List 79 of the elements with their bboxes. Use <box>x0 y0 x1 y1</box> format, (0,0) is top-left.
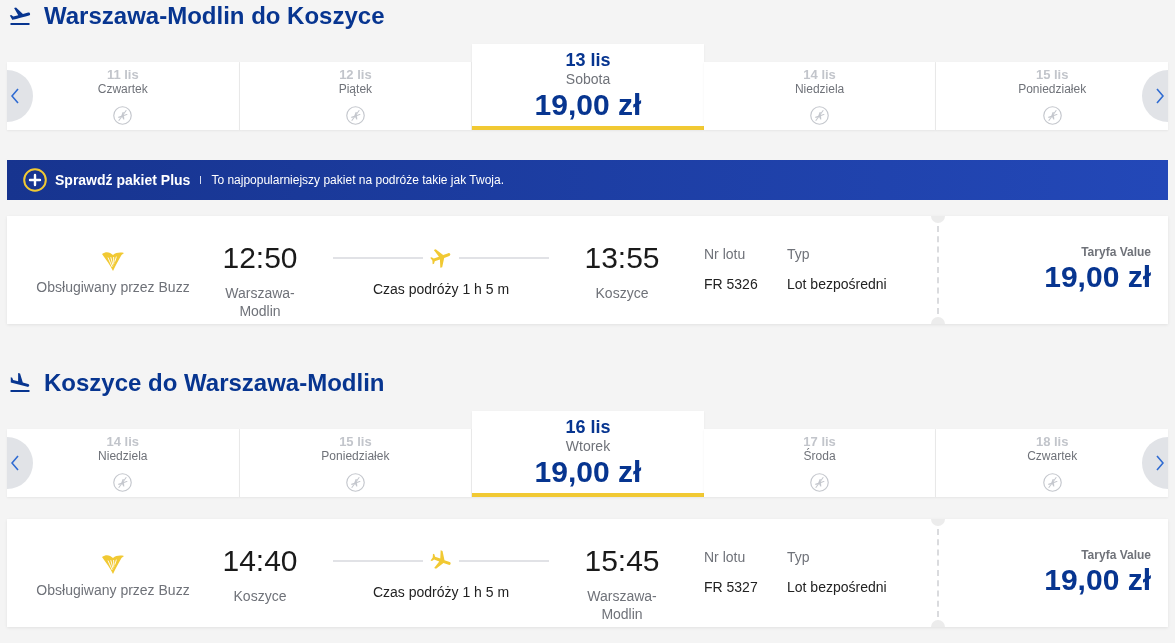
date-text: 13 lis <box>565 50 611 70</box>
weekday-text: Czwartek <box>1027 449 1078 464</box>
chevron-left-icon <box>11 88 19 104</box>
flight-card[interactable]: Obsługiwany przez Buzz 14:40 Koszyce Czas podróży 1 h 5 m 15:45 Warszawa-Modlin Nr lotu FR 5327 Typ Lot bezpośredni Taryfa Value 19,00 zł <box>7 519 1168 627</box>
date-text: 14 lis <box>803 67 836 82</box>
no-flights-icon <box>1042 106 1062 125</box>
no-flights-icon <box>345 473 365 492</box>
no-flights-icon <box>113 473 133 492</box>
arrival-time: 13:55 <box>584 240 660 276</box>
flight-number-label: Nr lotu <box>704 245 746 263</box>
banner-text: To najpopularniejszy pakiet na podróże takie jak Twoja. <box>211 172 504 189</box>
price-text: 19,00 zł <box>534 88 642 122</box>
weekday-text: Niedziela <box>794 82 845 97</box>
date-tab[interactable]: 15 lis Poniedziałek <box>239 429 473 497</box>
no-flights-icon <box>113 106 133 125</box>
banner-title: Sprawdź pakiet Plus <box>55 170 191 190</box>
route-title: Koszyce do Warszawa-Modlin <box>44 368 385 398</box>
date-tab[interactable]: 17 lis Środa <box>703 429 937 497</box>
date-text: 15 lis <box>1035 67 1069 82</box>
arrival-city: Warszawa-Modlin <box>586 587 658 623</box>
date-text: 11 lis <box>106 67 139 82</box>
departure-time: 14:40 <box>222 543 298 579</box>
no-flights-icon <box>810 106 830 125</box>
weekday-text: Wtorek <box>565 437 611 455</box>
fare-price: 19,00 zł <box>1044 563 1151 597</box>
date-text: 18 lis <box>1035 434 1069 449</box>
weekday-text: Sobota <box>565 70 611 88</box>
date-text: 14 lis <box>106 434 140 449</box>
plane-landing-icon <box>8 371 32 395</box>
operator-text: Obsługiwany przez Buzz <box>36 278 190 296</box>
departure-city: Koszyce <box>233 587 287 605</box>
plus-circle-icon <box>23 168 47 192</box>
type-text: Lot bezpośredni <box>787 275 887 293</box>
weekday-text: Piątek <box>338 82 373 97</box>
date-tab[interactable]: 15 lis Poniedziałek <box>936 62 1168 130</box>
type-label: Typ <box>787 245 810 263</box>
no-flights-icon <box>1042 473 1062 492</box>
chevron-left-icon <box>11 455 19 471</box>
flight-number: FR 5327 <box>704 578 758 596</box>
flight-card[interactable]: Obsługiwany przez Buzz 12:50 Warszawa-Modlin Czas podróży 1 h 5 m 13:55 Koszyce Nr lotu FR 5326 Typ Lot bezpośredni Taryfa Value 19,00 zł <box>7 216 1168 324</box>
date-tab[interactable]: 12 lis Piątek <box>239 62 473 130</box>
promo-banner[interactable]: Sprawdź pakiet Plus To najpopularniejszy pakiet na podróże takie jak Twoja. <box>7 160 1168 200</box>
date-tab[interactable]: 11 lis Czwartek <box>7 62 240 130</box>
date-tab[interactable]: 14 lis Niedziela <box>703 62 937 130</box>
duration-text: Czas podróży 1 h 5 m <box>372 280 510 298</box>
harp-logo-icon <box>101 553 125 575</box>
weekday-text: Niedziela <box>98 449 148 464</box>
weekday-text: Czwartek <box>97 82 148 97</box>
date-tab[interactable]: 13 lis Sobota 19,00 zł <box>472 44 704 130</box>
arrival-time: 15:45 <box>584 543 660 579</box>
departure-city: Warszawa-Modlin <box>224 284 296 320</box>
fare-label: Taryfa Value <box>1081 245 1151 259</box>
chevron-right-icon <box>1156 88 1164 104</box>
type-text: Lot bezpośredni <box>787 578 887 596</box>
date-text: 15 lis <box>339 434 372 449</box>
fare-price: 19,00 zł <box>1044 260 1151 294</box>
flight-number: FR 5326 <box>704 275 758 293</box>
operator-text: Obsługiwany przez Buzz <box>36 581 190 599</box>
weekday-text: Poniedziałek <box>1018 82 1087 97</box>
duration-text: Czas podróży 1 h 5 m <box>372 583 510 601</box>
chevron-right-icon <box>1156 455 1164 471</box>
date-tab[interactable]: 14 lis Niedziela <box>7 429 240 497</box>
fare-label: Taryfa Value <box>1081 548 1151 562</box>
departure-time: 12:50 <box>222 240 298 276</box>
no-flights-icon <box>345 106 365 125</box>
date-text: 16 lis <box>565 417 611 437</box>
route-title: Warszawa-Modlin do Koszyce <box>44 1 385 31</box>
type-label: Typ <box>787 548 810 566</box>
date-text: 17 lis <box>803 434 836 449</box>
weekday-text: Poniedziałek <box>321 449 390 464</box>
arrival-city: Koszyce <box>595 284 649 302</box>
date-tab[interactable]: 16 lis Wtorek 19,00 zł <box>472 411 704 497</box>
weekday-text: Środa <box>803 449 836 464</box>
flight-number-label: Nr lotu <box>704 548 746 566</box>
date-tab[interactable]: 18 lis Czwartek <box>936 429 1168 497</box>
no-flights-icon <box>810 473 830 492</box>
harp-logo-icon <box>101 250 125 272</box>
date-text: 12 lis <box>339 67 372 82</box>
price-text: 19,00 zł <box>534 455 642 489</box>
